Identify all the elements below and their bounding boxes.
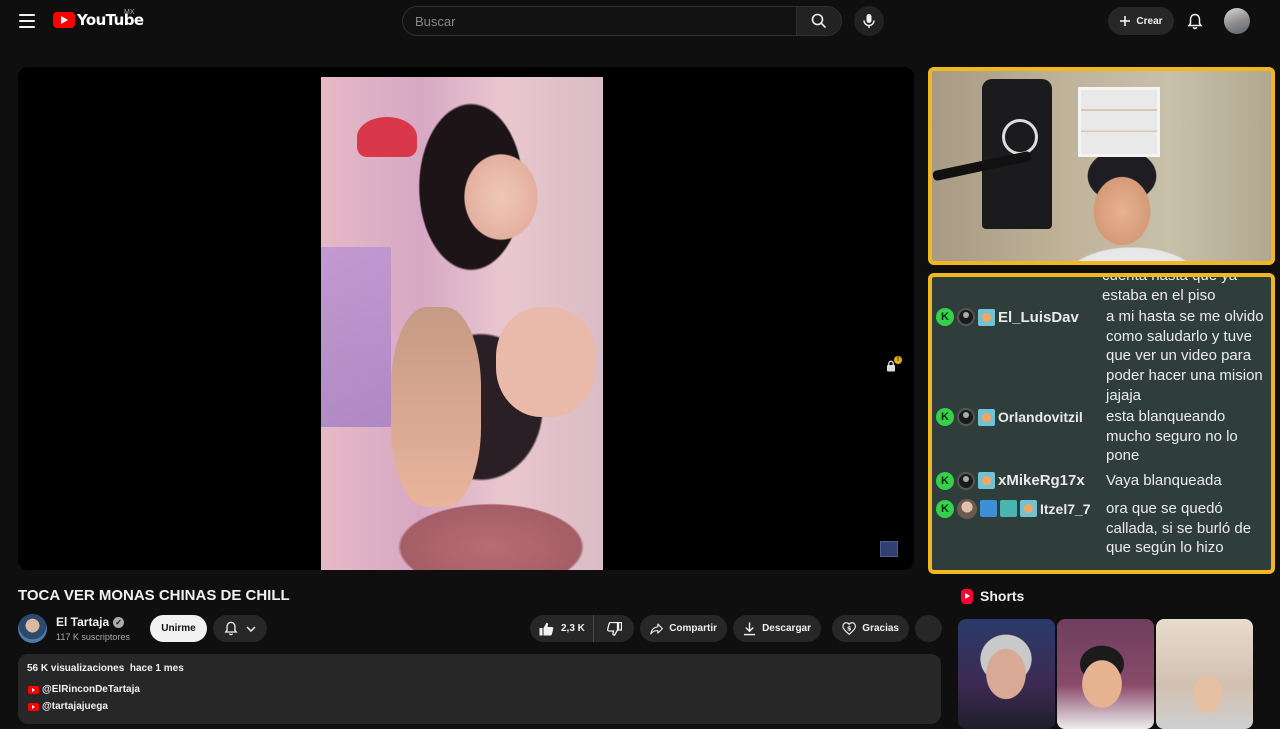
shorts-header: Shorts [961,588,1024,604]
channel-name: El Tartaja [56,615,110,629]
more-actions-button[interactable] [915,615,942,642]
chat-message-text: a mi hasta se me olvido como saludarlo y… [1106,308,1264,404]
chat-message-text: esta blanqueando mucho seguro no lo pone [1106,408,1238,465]
like-button[interactable]: 2,3 K [530,615,594,642]
upload-date: hace 1 mes [129,663,184,674]
share-arrow-icon [650,623,663,634]
viewer-badge-icon [957,408,975,427]
gifter-badge-icon [1000,500,1017,518]
notification-settings-button[interactable] [213,615,267,642]
video-hand [496,307,596,417]
viewer-badge-icon [957,471,975,490]
like-dislike-group: 2,3 K [530,615,634,642]
chat-message: cuenta hasta que ya estaba en el piso [932,273,1271,305]
chat-username: Itzel7_7 [1040,500,1091,517]
verified-check-icon: ✓ [113,616,125,628]
chevron-down-icon [246,625,256,632]
shorts-heading: Shorts [980,588,1025,604]
bell-icon [224,621,238,636]
plus-icon [1120,16,1131,26]
dislike-button[interactable] [594,615,634,642]
kick-badge-icon: K [936,499,954,518]
webcam-shelf [1078,87,1160,157]
heart-dollar-icon: $ [842,622,856,636]
search-icon [811,13,827,29]
channel-watermark[interactable] [880,541,898,557]
video-background-umbrella [357,117,417,157]
video-player[interactable]: ! [18,67,914,570]
chat-message-text: cuenta hasta que ya estaba en el piso [1102,273,1238,304]
create-label: Crear [1136,15,1163,27]
country-code: MX [124,9,135,16]
thumbs-up-icon [539,622,554,635]
bell-icon [1187,13,1203,29]
channel-name-link[interactable]: El Tartaja ✓ [56,615,125,629]
video-title: TOCA VER MONAS CHINAS DE CHILL [18,587,290,604]
microphone-icon [863,14,875,28]
kick-badge-icon: K [936,471,954,490]
webcam-overlay [928,67,1275,265]
masthead: YouTube MX Crear [0,0,1280,42]
download-button[interactable]: Descargar [733,615,821,642]
thumbs-down-icon [606,621,622,636]
thanks-label: Gracias [862,623,899,634]
chat-username: El_LuisDav [998,308,1079,326]
notifications-button[interactable] [1182,8,1208,34]
download-label: Descargar [762,623,811,634]
subscriber-count: 117 K suscriptores [56,632,130,642]
user-avatar-badge-icon [957,498,977,519]
channel-link[interactable]: @tartajajuega [28,701,108,712]
search-button[interactable] [796,6,842,36]
youtube-small-icon [28,702,39,711]
lock-warning-badge: ! [894,356,902,364]
voice-search-button[interactable] [854,6,884,36]
join-button[interactable]: Unirme [150,615,207,642]
menu-icon[interactable] [12,8,42,34]
subscriber-badge-icon [978,472,995,490]
video-hair [391,307,481,507]
video-frame [321,77,603,570]
kick-badge-icon: K [936,308,954,327]
video-stats: 56 K visualizaciones hace 1 mes [27,663,184,674]
youtube-small-icon [28,685,39,694]
chat-username: Orlandovitzil [998,409,1083,426]
shorts-icon [961,588,973,604]
chat-message: K El_LuisDav a mi hasta se me olvido com… [932,306,1271,405]
chat-message: K Itzel7_7 ora que se quedó callada, si … [932,498,1271,558]
subscriber-badge-icon [978,408,995,426]
chat-message-text: Vaya blanqueada [1106,471,1222,489]
thanks-button[interactable]: $ Gracias [832,615,909,642]
account-avatar[interactable] [1224,8,1250,34]
chat-message-text: ora que se quedó callada, si se burló de… [1106,499,1252,557]
share-button[interactable]: Compartir [640,615,727,642]
short-thumbnail[interactable] [958,619,1055,729]
share-label: Compartir [669,623,717,634]
chat-overlay: cuenta hasta que ya estaba en el piso K … [928,273,1275,574]
download-icon [743,622,756,636]
moderator-badge-icon [980,500,997,518]
svg-text:$: $ [847,625,851,632]
subscriber-badge-icon [978,308,995,326]
video-background-shelf [321,247,391,427]
subscriber-badge-icon [1020,500,1037,518]
viewer-badge-icon [957,308,975,327]
channel-avatar[interactable] [18,614,47,643]
like-count: 2,3 K [561,623,585,634]
view-count: 56 K visualizaciones [27,663,125,674]
channel-link-text: @ElRinconDeTartaja [42,684,140,695]
short-thumbnail[interactable] [1057,619,1154,729]
description-box[interactable]: 56 K visualizaciones hace 1 mes @ElRinco… [18,654,941,724]
channel-link[interactable]: @ElRinconDeTartaja [28,684,140,695]
search-input[interactable] [402,6,797,36]
short-thumbnail[interactable] [1156,619,1253,729]
chat-message: K xMikeRg17x Vaya blanqueada [932,470,1271,492]
chat-message: K Orlandovitzil esta blanqueando mucho s… [932,406,1271,466]
create-button[interactable]: Crear [1108,7,1174,35]
chat-username: xMikeRg17x [998,472,1085,490]
kick-badge-icon: K [936,408,954,427]
youtube-play-icon [53,12,75,28]
channel-link-text: @tartajajuega [42,701,108,712]
